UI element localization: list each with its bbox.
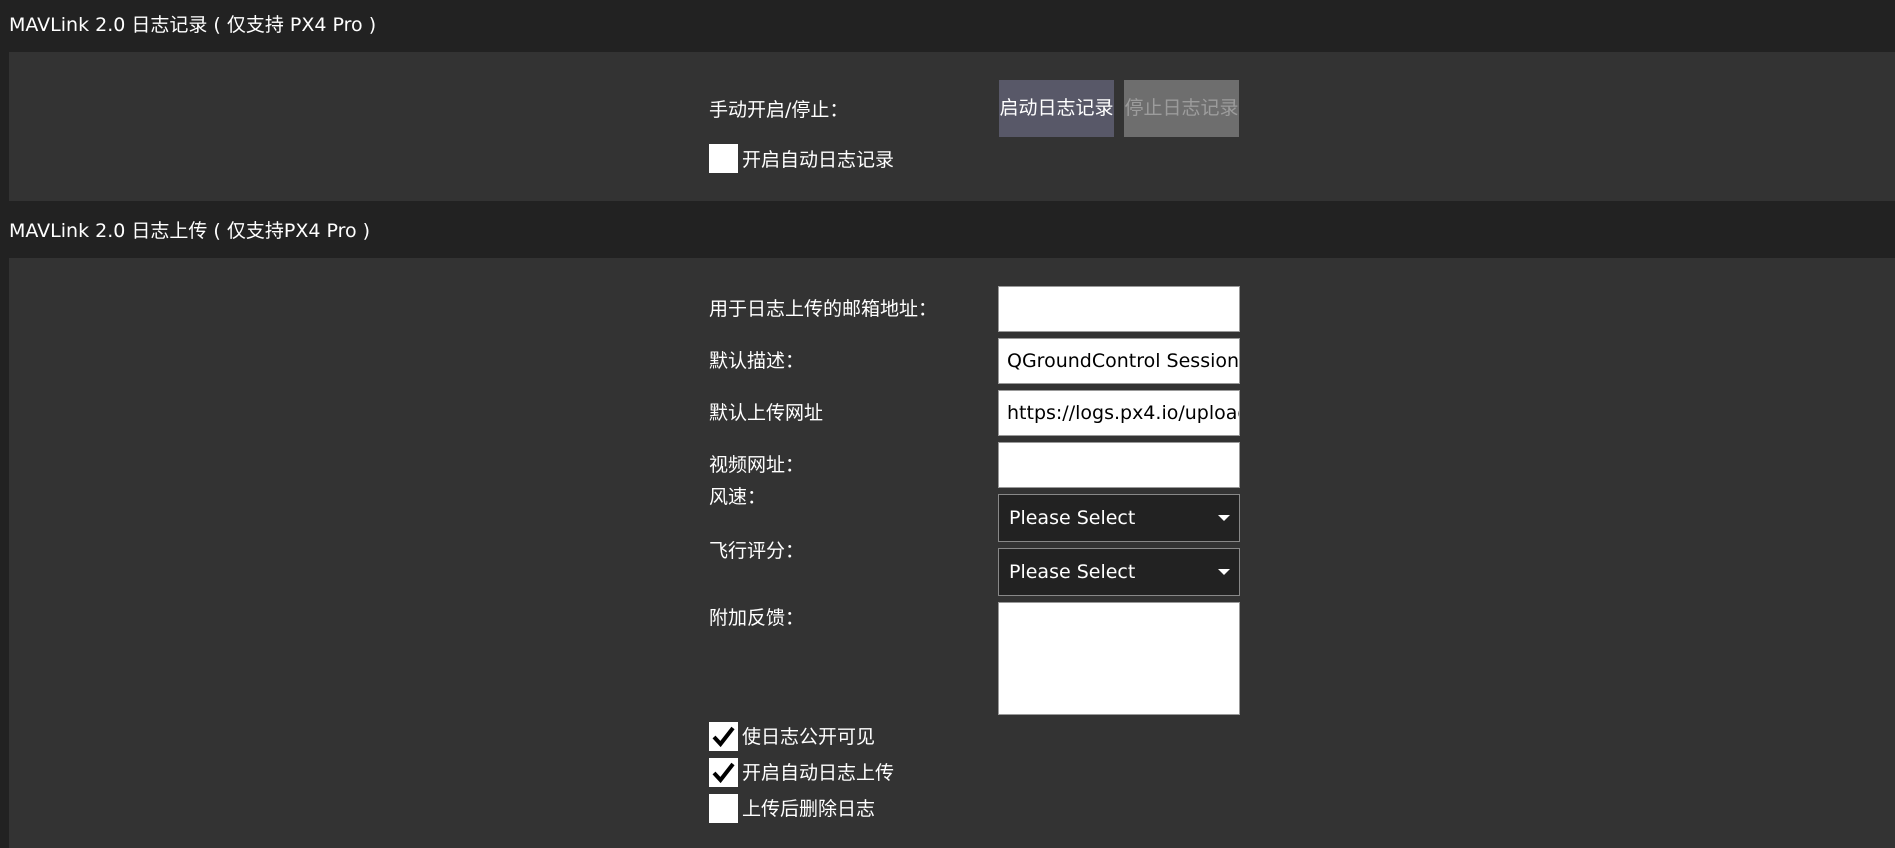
default-upload-url-input[interactable]: https://logs.px4.io/upload: [998, 390, 1240, 436]
delete-after-upload-checkbox[interactable]: [709, 794, 738, 823]
video-url-input[interactable]: [998, 442, 1240, 488]
logging-section-header: MAVLink 2.0 日志记录 ( 仅支持 PX4 Pro ): [0, 0, 1895, 52]
wind-speed-select[interactable]: Please Select: [998, 494, 1240, 542]
default-description-input[interactable]: QGroundControl Session: [998, 338, 1240, 384]
email-label: 用于日志上传的邮箱地址：: [709, 298, 938, 320]
upload-section-body: [9, 258, 1895, 848]
auto-logging-label: 开启自动日志记录: [742, 149, 895, 171]
mavlink-settings-page: MAVLink 2.0 日志记录 ( 仅支持 PX4 Pro ) 手动开启/停止…: [0, 0, 1895, 848]
caret-down-icon: [1218, 515, 1230, 521]
wind-speed-label: 风速：: [709, 486, 767, 508]
upload-section-header: MAVLink 2.0 日志上传 ( 仅支持PX4 Pro ): [0, 206, 1895, 258]
email-input[interactable]: [998, 286, 1240, 332]
logging-section-title: MAVLink 2.0 日志记录 ( 仅支持 PX4 Pro ): [9, 14, 377, 36]
default-upload-url-label: 默认上传网址: [709, 402, 824, 424]
public-log-label: 使日志公开可见: [742, 726, 876, 748]
stop-logging-button[interactable]: 停止日志记录: [1124, 80, 1239, 137]
manual-start-stop-label: 手动开启/停止：: [709, 99, 849, 121]
flight-rating-label: 飞行评分：: [709, 540, 805, 562]
logging-section-body: [9, 52, 1895, 201]
auto-upload-label: 开启自动日志上传: [742, 762, 895, 784]
additional-feedback-textarea[interactable]: [998, 602, 1240, 715]
delete-after-upload-label: 上传后删除日志: [742, 798, 876, 820]
auto-logging-checkbox[interactable]: [709, 144, 738, 173]
wind-speed-value: Please Select: [1009, 507, 1136, 529]
flight-rating-select[interactable]: Please Select: [998, 548, 1240, 596]
auto-upload-checkbox[interactable]: [709, 758, 738, 787]
additional-feedback-label: 附加反馈：: [709, 607, 805, 629]
upload-section-title: MAVLink 2.0 日志上传 ( 仅支持PX4 Pro ): [9, 220, 371, 242]
default-description-label: 默认描述：: [709, 350, 805, 372]
caret-down-icon: [1218, 569, 1230, 575]
flight-rating-value: Please Select: [1009, 561, 1136, 583]
checkmark-icon: [712, 726, 735, 748]
video-url-label: 视频网址：: [709, 454, 805, 476]
checkmark-icon: [712, 762, 735, 784]
start-logging-button[interactable]: 启动日志记录: [999, 80, 1114, 137]
public-log-checkbox[interactable]: [709, 722, 738, 751]
